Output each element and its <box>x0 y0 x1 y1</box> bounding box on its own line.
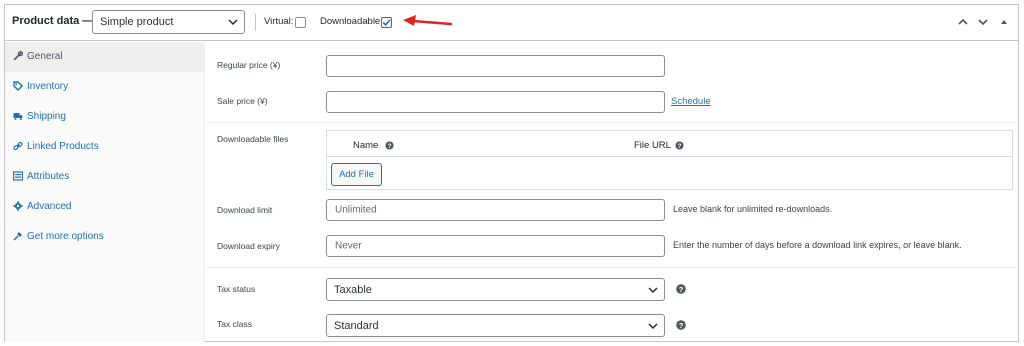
link-icon <box>13 141 23 151</box>
panel-header: Product data — Simple product Virtual: D… <box>5 5 1018 41</box>
general-panel: Regular price (¥) Sale price (¥) Schedul… <box>206 42 1019 342</box>
tab-label: Inventory <box>27 81 69 92</box>
chevron-down-icon <box>648 323 658 329</box>
tab-linked-products[interactable]: Linked Products <box>5 132 205 162</box>
tab-advanced[interactable]: Advanced <box>5 192 205 222</box>
section-divider <box>206 122 1019 123</box>
product-type-value: Simple product <box>100 16 174 28</box>
tax-class-value: Standard <box>334 319 379 332</box>
move-up-icon[interactable] <box>957 16 969 28</box>
svg-text:?: ? <box>388 143 392 150</box>
tab-label: General <box>27 51 63 62</box>
sale-price-label: Sale price (¥) <box>217 96 268 106</box>
download-limit-label: Download limit <box>217 205 273 215</box>
tab-label: Shipping <box>27 111 66 122</box>
product-type-select[interactable]: Simple product <box>92 10 245 34</box>
help-icon: ? <box>385 141 394 150</box>
chevron-down-icon <box>648 287 658 293</box>
add-file-button[interactable]: Add File <box>331 163 382 186</box>
checkmark-icon <box>382 19 391 27</box>
downloadable-checkbox[interactable] <box>381 17 392 28</box>
regular-price-input[interactable] <box>326 55 665 77</box>
downloadable-files-label: Downloadable files <box>217 134 289 144</box>
regular-price-label: Regular price (¥) <box>217 60 281 70</box>
gear-icon <box>13 201 23 211</box>
column-name: Name <box>353 140 379 151</box>
virtual-checkbox[interactable] <box>295 17 306 28</box>
tab-get-more-options[interactable]: Get more options <box>5 222 205 252</box>
tab-label: Advanced <box>27 201 72 212</box>
column-file-url: File URL <box>634 140 671 151</box>
section-divider <box>206 267 1019 268</box>
tab-label: Linked Products <box>27 141 99 152</box>
tag-icon <box>13 81 23 91</box>
svg-text:?: ? <box>679 285 684 294</box>
virtual-label: Virtual: <box>264 16 294 27</box>
files-table-header: Name ? File URL ? <box>327 131 1012 157</box>
tab-inventory[interactable]: Inventory <box>5 72 205 102</box>
tab-attributes[interactable]: Attributes <box>5 162 205 192</box>
collapse-toggle-icon[interactable] <box>998 16 1010 28</box>
tax-status-value: Taxable <box>334 283 372 296</box>
download-limit-input[interactable]: Unlimited <box>326 199 665 221</box>
download-limit-placeholder: Unlimited <box>335 204 377 216</box>
help-icon: ? <box>675 141 684 150</box>
svg-text:?: ? <box>678 143 682 150</box>
tab-label: Get more options <box>27 231 104 242</box>
product-data-tabs: General Inventory Shipping Linked Produc… <box>5 42 205 342</box>
tax-class-label: Tax class <box>217 319 252 329</box>
svg-text:?: ? <box>679 321 684 330</box>
plugin-icon <box>13 232 22 241</box>
wrench-icon <box>13 51 23 61</box>
sale-price-input[interactable] <box>326 91 665 113</box>
download-expiry-description: Enter the number of days before a downlo… <box>673 240 962 250</box>
schedule-link[interactable]: Schedule <box>671 96 711 107</box>
help-icon[interactable]: ? <box>676 320 686 330</box>
tax-class-select[interactable]: Standard <box>326 314 665 337</box>
downloadable-label: Downloadable: <box>320 16 383 27</box>
tab-label: Attributes <box>27 171 70 182</box>
tax-status-select[interactable]: Taxable <box>326 278 665 301</box>
download-expiry-input[interactable]: Never <box>326 235 665 257</box>
download-limit-description: Leave blank for unlimited re-downloads. <box>673 204 833 214</box>
tax-status-label: Tax status <box>217 284 256 294</box>
panel-title: Product data — <box>12 15 94 27</box>
help-icon[interactable]: ? <box>676 284 686 294</box>
tab-shipping[interactable]: Shipping <box>5 102 205 132</box>
move-down-icon[interactable] <box>977 16 989 28</box>
download-expiry-label: Download expiry <box>217 241 280 251</box>
list-icon <box>13 171 23 181</box>
downloadable-files-table: Name ? File URL ? Add File <box>326 130 1013 190</box>
header-divider <box>255 14 256 31</box>
product-data-panel: Product data — Simple product Virtual: D… <box>4 4 1019 342</box>
tab-general[interactable]: General <box>5 42 205 72</box>
red-arrow-icon <box>403 15 453 26</box>
download-expiry-placeholder: Never <box>335 240 362 252</box>
chevron-down-icon <box>228 19 238 25</box>
truck-icon <box>13 113 23 120</box>
